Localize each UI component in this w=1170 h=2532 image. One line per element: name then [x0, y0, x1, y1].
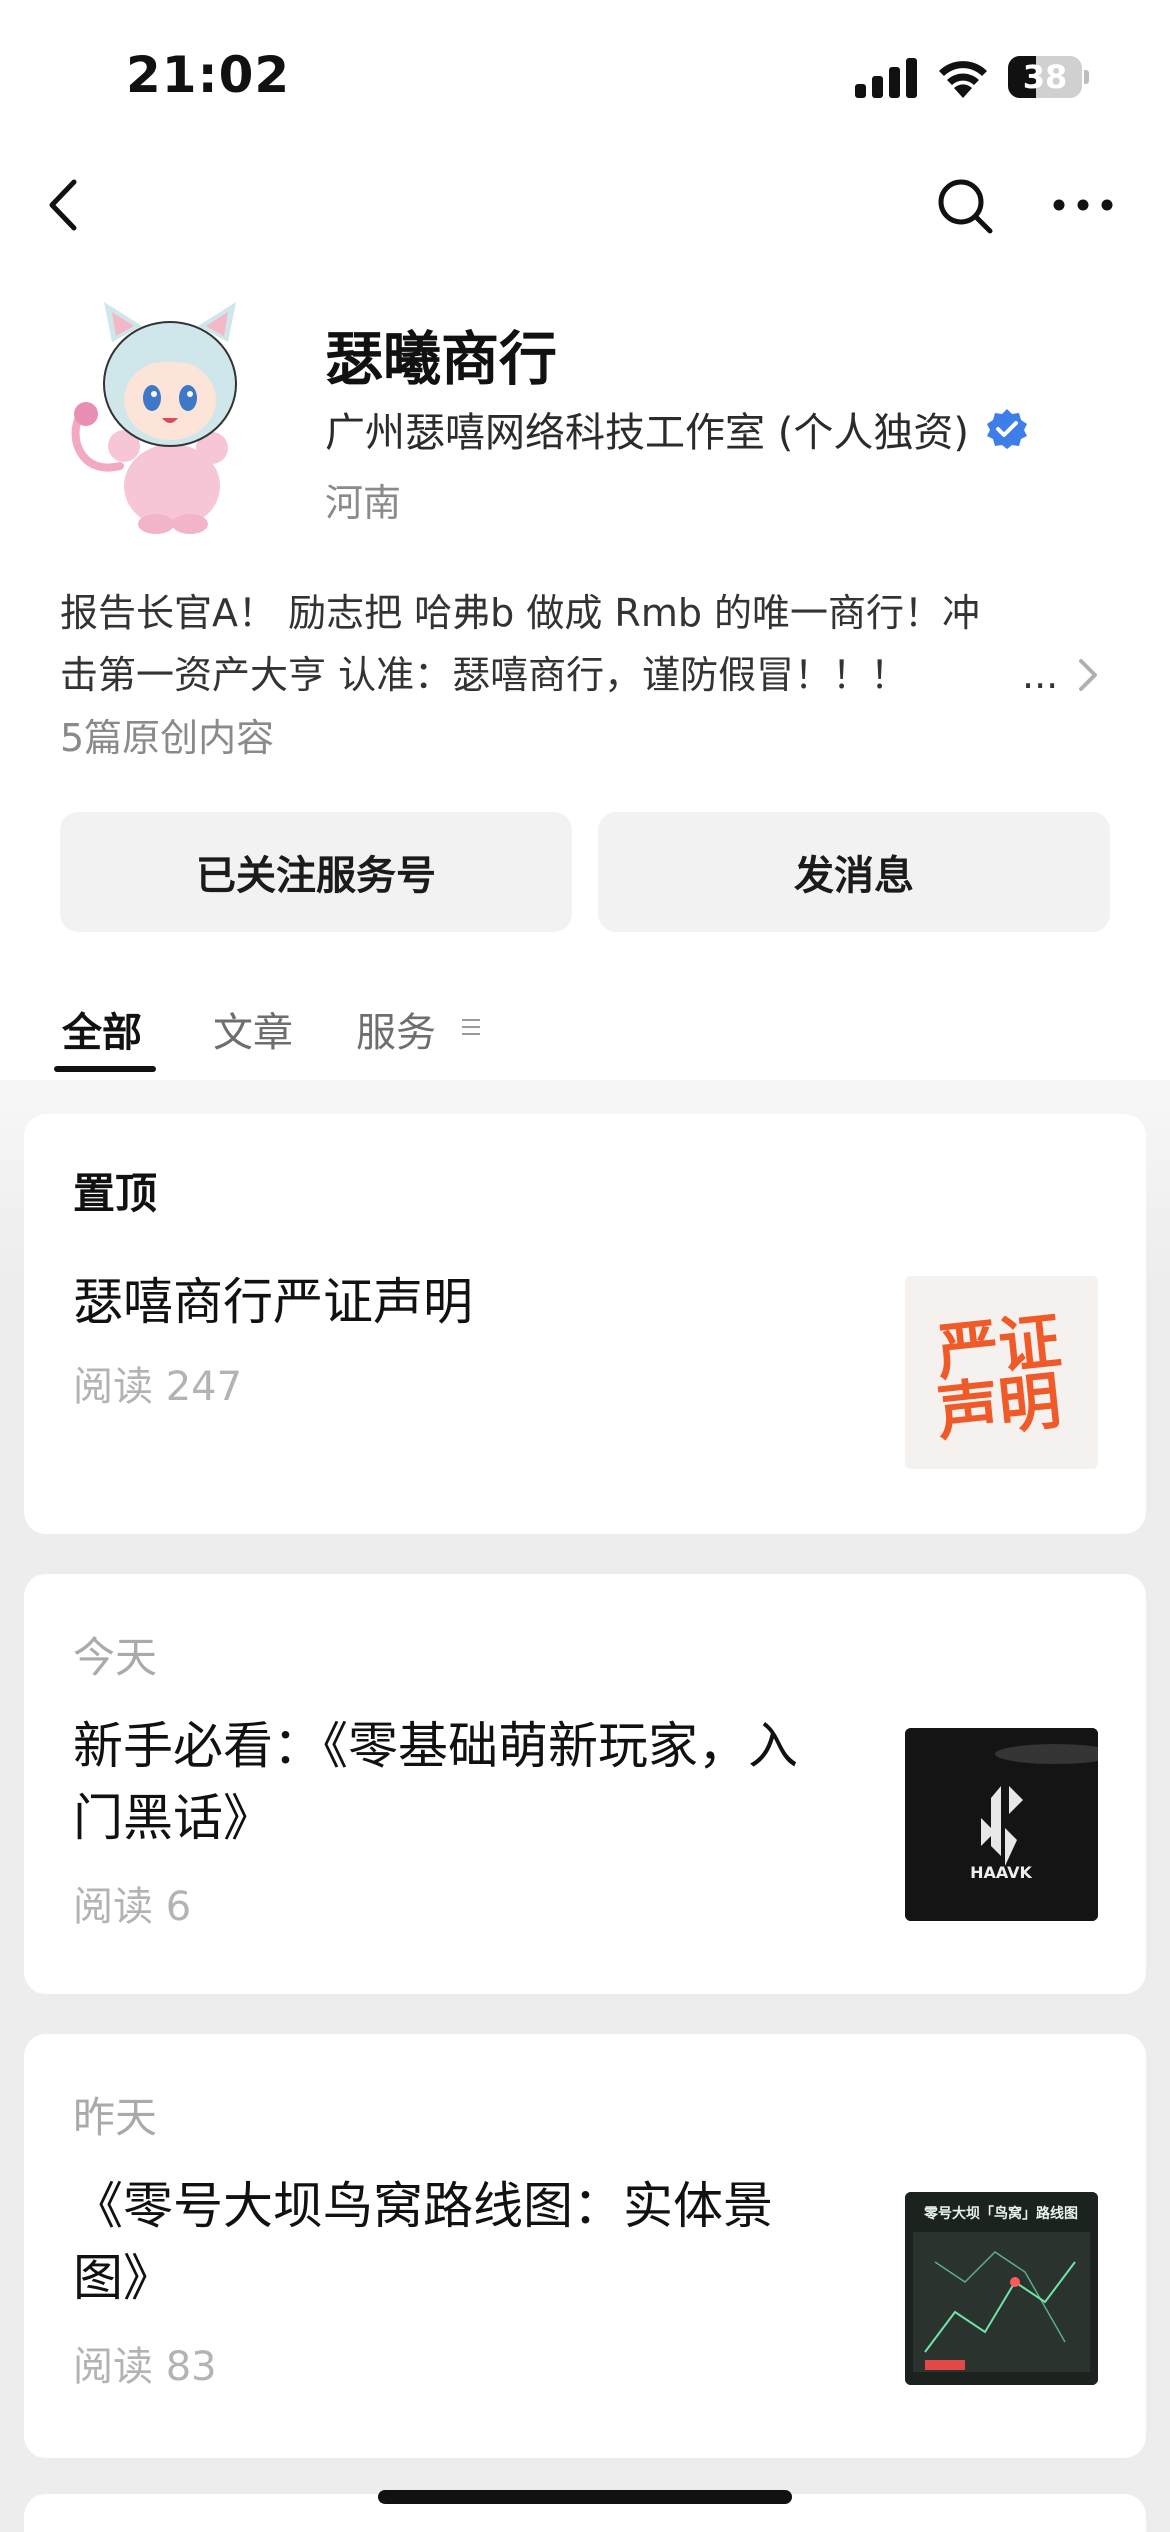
- article-title-line-1[interactable]: 新手必看：《零基础萌新玩家，入: [73, 1710, 883, 1782]
- chevron-right-icon[interactable]: [1076, 656, 1100, 694]
- thumbnail-title-text: 零号大坝「鸟窝」路线图: [923, 2205, 1078, 2222]
- article-feed: 置顶 瑟嘻商行严证声明 阅读 247 严证 声明 今天 新手必看：《零基础萌新玩…: [0, 1080, 1170, 2532]
- article-title-line-2[interactable]: 图》: [73, 2242, 883, 2314]
- thumbnail-logo-text: HAAVK: [970, 1863, 1032, 1882]
- nav-bar: [0, 160, 1170, 250]
- tab-articles[interactable]: 文章: [213, 1000, 293, 1058]
- tab-services[interactable]: 服务: [356, 1000, 436, 1058]
- article-title[interactable]: 瑟嘻商行严证声明: [73, 1266, 883, 1338]
- back-icon[interactable]: [40, 178, 90, 232]
- svg-text:声明: 声明: [933, 1364, 1064, 1450]
- article-thumbnail[interactable]: 严证 声明: [905, 1276, 1098, 1469]
- content-tabs: 全部 文章 服务: [0, 990, 1170, 1078]
- menu-icon[interactable]: [460, 1016, 482, 1038]
- description-line-1[interactable]: 报告长官A！ 励志把 哈弗b 做成 Rmb 的唯一商行！冲: [60, 582, 1090, 644]
- description-line-2[interactable]: 击第一资产大亨 认准：瑟嘻商行，谨防假冒！！！: [60, 644, 1060, 706]
- battery-level: 38: [1022, 58, 1068, 96]
- company-row[interactable]: 广州瑟嘻网络科技工作室 (个人独资): [325, 402, 1029, 456]
- wifi-icon: [939, 61, 987, 98]
- article-thumbnail[interactable]: HAAVK: [905, 1728, 1098, 1921]
- article-title-line-1[interactable]: 《零号大坝鸟窝路线图：实体景: [73, 2170, 883, 2242]
- read-count: 阅读 6: [73, 1884, 192, 1930]
- read-count: 阅读 83: [73, 2344, 217, 2390]
- region: 河南: [325, 481, 402, 525]
- yesterday-card[interactable]: 昨天 《零号大坝鸟窝路线图：实体景 图》 阅读 83 零号大坝「鸟窝」路线图: [24, 2034, 1146, 2458]
- send-message-button[interactable]: 发消息: [598, 812, 1110, 932]
- cellular-signal-icon: [855, 58, 917, 98]
- pinned-label: 置顶: [73, 1169, 158, 1218]
- description-ellipsis: ...: [1022, 653, 1059, 697]
- avatar[interactable]: [60, 296, 280, 536]
- tab-all[interactable]: 全部: [62, 1000, 142, 1058]
- pinned-card[interactable]: 置顶 瑟嘻商行严证声明 阅读 247 严证 声明: [24, 1114, 1146, 1534]
- company-name: 广州瑟嘻网络科技工作室 (个人独资): [325, 410, 969, 456]
- original-content-count[interactable]: 5篇原创内容: [60, 710, 274, 766]
- today-card[interactable]: 今天 新手必看：《零基础萌新玩家，入 门黑话》 阅读 6 HAAVK: [24, 1574, 1146, 1994]
- active-tab-indicator: [54, 1066, 156, 1072]
- read-count: 阅读 247: [73, 1364, 243, 1410]
- verified-icon: [986, 409, 1027, 449]
- search-icon[interactable]: [935, 176, 995, 236]
- status-bar: 21:02 38: [0, 0, 1170, 150]
- account-name: 瑟曦商行: [325, 325, 558, 393]
- more-icon[interactable]: [1052, 190, 1114, 220]
- date-label-yesterday: 昨天: [73, 2093, 158, 2142]
- battery-icon: 38: [1008, 56, 1089, 98]
- status-time: 21:02: [126, 46, 291, 104]
- article-thumbnail[interactable]: 零号大坝「鸟窝」路线图: [905, 2192, 1098, 2385]
- home-indicator[interactable]: [378, 2490, 792, 2504]
- date-label-today: 今天: [73, 1633, 158, 1682]
- followed-service-button[interactable]: 已关注服务号: [60, 812, 572, 932]
- article-title-line-2[interactable]: 门黑话》: [73, 1782, 883, 1854]
